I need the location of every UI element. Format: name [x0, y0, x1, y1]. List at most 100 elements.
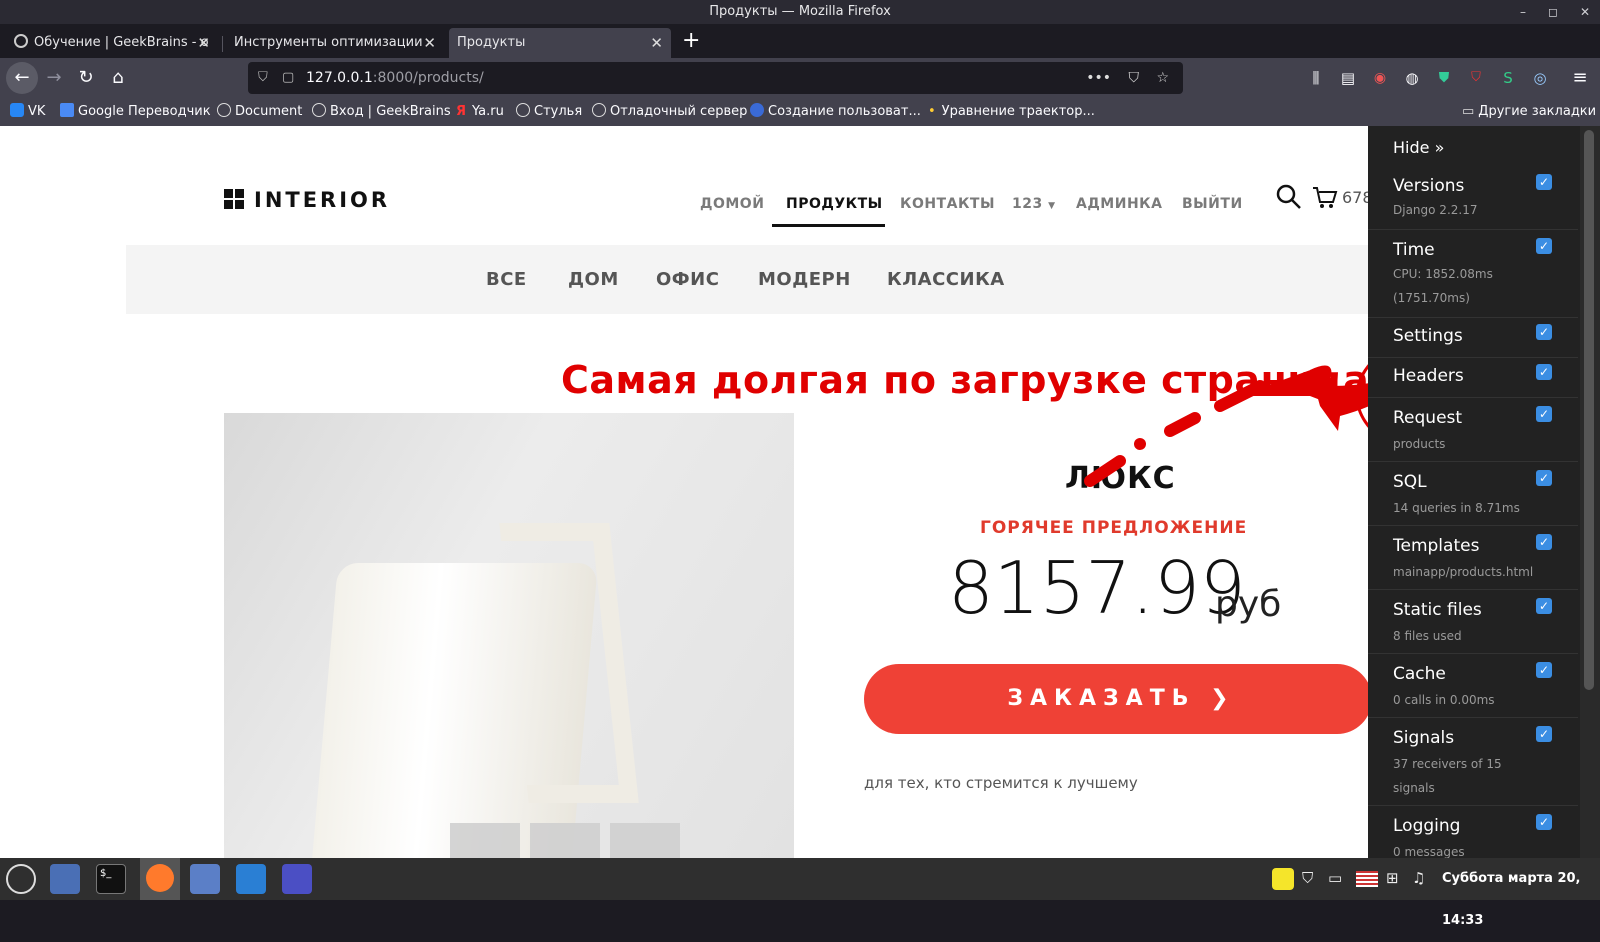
- site-logo[interactable]: INTERIOR: [224, 188, 390, 212]
- bookmarks-toolbar: VK Google Переводчик Document Вход | Gee…: [0, 98, 1600, 126]
- panel-time[interactable]: Time CPU: 1852.08ms (1751.70ms) ✓: [1368, 230, 1578, 318]
- bookmark-document[interactable]: Document: [217, 98, 302, 126]
- hide-toolbar-link[interactable]: Hide »: [1393, 138, 1444, 157]
- cart-icon[interactable]: [1312, 186, 1338, 210]
- close-tab-icon[interactable]: ✕: [423, 28, 436, 58]
- close-icon[interactable]: ✕: [1580, 0, 1590, 24]
- close-tab-icon[interactable]: ✕: [197, 28, 210, 58]
- checkbox-icon[interactable]: ✓: [1536, 534, 1552, 550]
- bookmark-create-user[interactable]: Создание пользоват...: [750, 98, 921, 126]
- tab-optimization-tools[interactable]: Инструменты оптимизации ✕: [226, 28, 444, 58]
- panel-request[interactable]: Request products ✓: [1368, 398, 1578, 462]
- tab-products[interactable]: Продукты ✕: [449, 28, 671, 58]
- checkbox-icon[interactable]: ✓: [1536, 364, 1552, 380]
- show-desktop-icon[interactable]: [50, 864, 80, 894]
- checkbox-icon[interactable]: ✓: [1536, 238, 1552, 254]
- thumbnail[interactable]: [450, 823, 520, 858]
- category-classic[interactable]: КЛАССИКА: [887, 269, 1005, 290]
- menu-home[interactable]: ДОМОЙ: [700, 196, 764, 212]
- product-image[interactable]: [224, 413, 794, 858]
- bookmark-debug-server[interactable]: Отладочный сервер: [592, 98, 747, 126]
- home-button[interactable]: ⌂: [106, 66, 130, 90]
- panel-name: Time: [1393, 240, 1435, 260]
- bookmark-trajectory[interactable]: • Уравнение траектор...: [928, 98, 1095, 126]
- maximize-icon[interactable]: ◻: [1548, 0, 1558, 24]
- bookmark-yaru[interactable]: Я Ya.ru: [456, 98, 504, 126]
- url-bar[interactable]: ⛉ ▢ 127.0.0.1:8000/products/ ••• ⛉ ☆: [248, 62, 1183, 94]
- back-button[interactable]: ←: [6, 62, 38, 94]
- privacy-extension-icon[interactable]: ⛊: [1432, 66, 1456, 90]
- panel-templates[interactable]: Templates mainapp/products.html ✓: [1368, 526, 1578, 590]
- notes-icon[interactable]: [1272, 868, 1294, 890]
- sound-icon[interactable]: ♫: [1412, 869, 1432, 889]
- pocket-icon[interactable]: ⛉: [1129, 62, 1140, 94]
- firefox-taskbar-button[interactable]: [140, 858, 180, 900]
- s-extension-icon[interactable]: S: [1496, 66, 1520, 90]
- checkbox-icon[interactable]: ✓: [1536, 598, 1552, 614]
- shield-icon[interactable]: ⛉: [258, 62, 268, 94]
- panel-headers[interactable]: Headers ✓: [1368, 358, 1578, 398]
- panel-versions[interactable]: Versions Django 2.2.17 ✓: [1368, 166, 1578, 230]
- checkbox-icon[interactable]: ✓: [1536, 470, 1552, 486]
- translate-icon: [60, 103, 74, 117]
- checkbox-icon[interactable]: ✓: [1536, 814, 1552, 830]
- bookmark-star-icon[interactable]: ☆: [1156, 62, 1169, 94]
- us-flag-icon[interactable]: [1356, 871, 1378, 887]
- media-player-icon[interactable]: [282, 864, 312, 894]
- tab-geekbrains[interactable]: Обучение | GeekBrains - о ✕: [6, 28, 218, 58]
- bookmark-label: Стулья: [534, 104, 583, 119]
- library-icon[interactable]: ⫼: [1304, 66, 1328, 90]
- checkbox-icon[interactable]: ✓: [1536, 324, 1552, 340]
- category-office[interactable]: ОФИС: [656, 269, 719, 290]
- chrome-extension-icon[interactable]: ◎: [1528, 66, 1552, 90]
- vpn-globe-icon[interactable]: ◍: [1400, 66, 1424, 90]
- hamburger-menu-icon[interactable]: ≡: [1568, 66, 1592, 90]
- terminal-icon[interactable]: $_: [96, 864, 126, 894]
- page-actions-icon[interactable]: •••: [1086, 62, 1111, 94]
- vscode-icon[interactable]: [236, 864, 266, 894]
- panel-signals[interactable]: Signals 37 receivers of 15 signals ✓: [1368, 718, 1578, 806]
- minimize-icon[interactable]: –: [1520, 0, 1526, 24]
- close-tab-icon[interactable]: ✕: [650, 28, 663, 58]
- panel-static-files[interactable]: Static files 8 files used ✓: [1368, 590, 1578, 654]
- category-home[interactable]: ДОМ: [568, 269, 619, 290]
- bookmark-vk[interactable]: VK: [10, 98, 45, 126]
- thumbnail[interactable]: [530, 823, 600, 858]
- bookmark-chairs[interactable]: Стулья: [516, 98, 582, 126]
- reload-button[interactable]: ↻: [74, 66, 98, 90]
- menu-logout[interactable]: ВЫЙТИ: [1182, 196, 1243, 212]
- order-button[interactable]: ЗАКАЗАТЬ ❯: [864, 664, 1372, 734]
- category-modern[interactable]: МОДЕРН: [758, 269, 851, 290]
- forward-button[interactable]: →: [42, 66, 66, 90]
- printer-icon[interactable]: ▭: [1328, 869, 1348, 889]
- checkbox-icon[interactable]: ✓: [1536, 726, 1552, 742]
- bookmark-other-folder[interactable]: ▭ Другие закладки: [1462, 98, 1596, 126]
- menu-contacts[interactable]: КОНТАКТЫ: [900, 196, 995, 212]
- panel-sql[interactable]: SQL 14 queries in 8.71ms ✓: [1368, 462, 1578, 526]
- menu-products[interactable]: ПРОДУКТЫ: [786, 196, 883, 212]
- menu-admin[interactable]: АДМИНКА: [1076, 196, 1162, 212]
- shield-tray-icon[interactable]: ⛉: [1302, 869, 1320, 889]
- menu-dropdown-123[interactable]: 123 ▼: [1012, 196, 1056, 212]
- files-icon[interactable]: [190, 864, 220, 894]
- network-icon[interactable]: ⊞: [1386, 869, 1406, 889]
- panel-settings[interactable]: Settings ✓: [1368, 318, 1578, 358]
- new-tab-button[interactable]: +: [682, 28, 700, 54]
- checkbox-icon[interactable]: ✓: [1536, 662, 1552, 678]
- checkbox-icon[interactable]: ✓: [1536, 406, 1552, 422]
- thumbnail[interactable]: [610, 823, 680, 858]
- mint-menu-icon[interactable]: [6, 864, 36, 894]
- ublock-icon[interactable]: ⛉: [1464, 66, 1488, 90]
- clock[interactable]: Суббота марта 20, 14:33: [1442, 858, 1600, 928]
- scrollbar-thumb[interactable]: [1584, 130, 1594, 690]
- panel-cache[interactable]: Cache 0 calls in 0.00ms ✓: [1368, 654, 1578, 718]
- page-scrollbar[interactable]: [1580, 126, 1600, 858]
- checkbox-icon[interactable]: ✓: [1536, 174, 1552, 190]
- sidebar-icon[interactable]: ▤: [1336, 66, 1360, 90]
- bookmark-google-translate[interactable]: Google Переводчик: [60, 98, 211, 126]
- category-all[interactable]: ВСЕ: [486, 269, 527, 290]
- bookmark-geekbrains[interactable]: Вход | GeekBrains: [312, 98, 451, 126]
- search-icon[interactable]: [1276, 184, 1302, 210]
- extension-icon[interactable]: ◉: [1368, 66, 1392, 90]
- panel-logging[interactable]: Logging 0 messages ✓: [1368, 806, 1578, 858]
